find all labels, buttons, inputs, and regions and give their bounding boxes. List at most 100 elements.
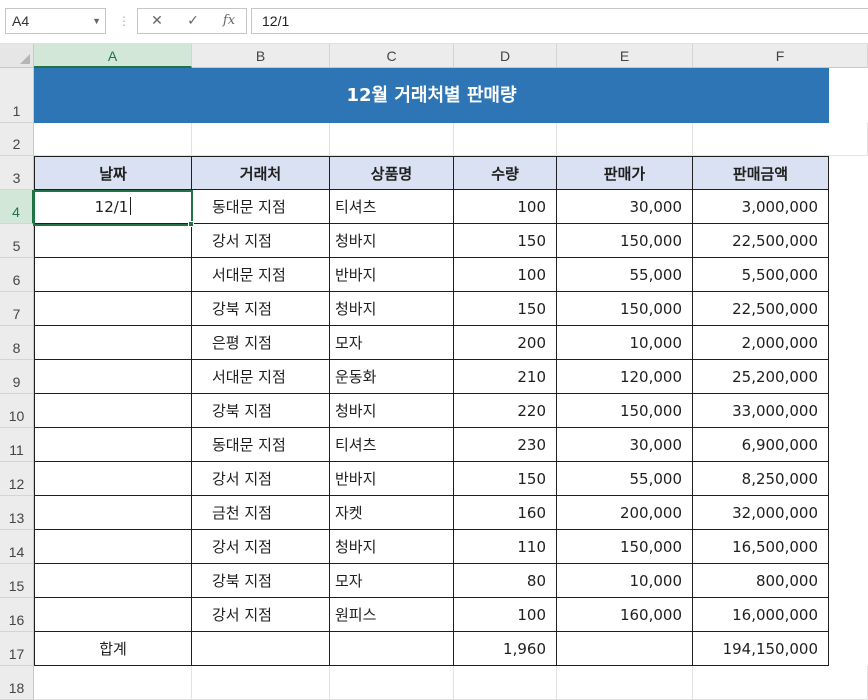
column-header-b[interactable]: B — [192, 44, 330, 68]
column-header-e[interactable]: E — [557, 44, 693, 68]
table-cell[interactable]: 32,000,000 — [693, 496, 829, 530]
table-cell[interactable]: 동대문 지점 — [192, 190, 330, 224]
table-cell[interactable]: 120,000 — [557, 360, 693, 394]
table-cell[interactable]: 금천 지점 — [192, 496, 330, 530]
table-cell[interactable]: 80 — [454, 564, 557, 598]
table-cell[interactable]: 150,000 — [557, 292, 693, 326]
row-header-11[interactable]: 11 — [0, 428, 34, 462]
table-cell[interactable]: 청바지 — [330, 224, 454, 258]
table-cell[interactable]: 서대문 지점 — [192, 360, 330, 394]
column-header-a[interactable]: A — [34, 44, 192, 68]
column-title[interactable]: 날짜 — [34, 156, 192, 190]
table-cell[interactable]: 150 — [454, 224, 557, 258]
table-cell[interactable]: 100 — [454, 258, 557, 292]
table-cell[interactable]: 150,000 — [557, 530, 693, 564]
table-cell[interactable]: 30,000 — [557, 190, 693, 224]
chevron-down-icon[interactable]: ▼ — [92, 9, 101, 33]
table-cell[interactable]: 160 — [454, 496, 557, 530]
row-header-9[interactable]: 9 — [0, 360, 34, 394]
table-cell[interactable]: 강서 지점 — [192, 224, 330, 258]
row-header-2[interactable]: 2 — [0, 123, 34, 156]
table-cell[interactable]: 150,000 — [557, 394, 693, 428]
table-cell[interactable] — [34, 462, 192, 496]
table-cell[interactable]: 25,200,000 — [693, 360, 829, 394]
table-cell[interactable] — [34, 326, 192, 360]
insert-function-icon[interactable]: fx — [216, 9, 242, 33]
name-box[interactable]: A4 ▼ — [5, 8, 106, 34]
cell-empty[interactable] — [330, 123, 454, 156]
table-cell[interactable]: 강북 지점 — [192, 394, 330, 428]
cell-empty[interactable] — [454, 666, 557, 700]
table-cell[interactable]: 강서 지점 — [192, 530, 330, 564]
row-header-14[interactable]: 14 — [0, 530, 34, 564]
row-header-5[interactable]: 5 — [0, 224, 34, 258]
table-cell[interactable] — [34, 360, 192, 394]
cell-empty[interactable] — [192, 666, 330, 700]
table-cell[interactable] — [34, 224, 192, 258]
row-header-18[interactable]: 18 — [0, 666, 34, 700]
active-cell[interactable]: 12/1 — [34, 190, 192, 224]
cell-empty[interactable] — [192, 123, 330, 156]
table-cell[interactable]: 청바지 — [330, 292, 454, 326]
table-cell[interactable]: 강북 지점 — [192, 564, 330, 598]
row-header-10[interactable]: 10 — [0, 394, 34, 428]
total-cell[interactable] — [557, 632, 693, 666]
cell-empty[interactable] — [557, 666, 693, 700]
total-cell[interactable]: 194,150,000 — [693, 632, 829, 666]
cell-empty[interactable] — [693, 666, 868, 700]
table-cell[interactable]: 22,500,000 — [693, 292, 829, 326]
table-cell[interactable]: 반바지 — [330, 462, 454, 496]
table-cell[interactable] — [34, 496, 192, 530]
cell-empty[interactable] — [330, 666, 454, 700]
row-header-6[interactable]: 6 — [0, 258, 34, 292]
table-cell[interactable]: 30,000 — [557, 428, 693, 462]
table-cell[interactable]: 210 — [454, 360, 557, 394]
table-cell[interactable]: 8,250,000 — [693, 462, 829, 496]
worksheet-grid[interactable]: ABCDEF 1 2 3 4 5 6 7 8 9 10 11 12 13 14 15 16 17 18 12월 거… — [0, 44, 868, 700]
table-cell[interactable]: 150 — [454, 462, 557, 496]
table-cell[interactable]: 55,000 — [557, 462, 693, 496]
table-cell[interactable]: 운동화 — [330, 360, 454, 394]
table-cell[interactable] — [34, 428, 192, 462]
row-header-17[interactable]: 17 — [0, 632, 34, 666]
table-cell[interactable]: 강북 지점 — [192, 292, 330, 326]
enter-icon[interactable]: ✓ — [180, 9, 206, 33]
row-header-7[interactable]: 7 — [0, 292, 34, 326]
table-cell[interactable]: 청바지 — [330, 530, 454, 564]
table-cell[interactable]: 100 — [454, 598, 557, 632]
table-cell[interactable]: 16,000,000 — [693, 598, 829, 632]
table-cell[interactable]: 16,500,000 — [693, 530, 829, 564]
table-cell[interactable] — [34, 564, 192, 598]
column-title[interactable]: 수량 — [454, 156, 557, 190]
row-header-13[interactable]: 13 — [0, 496, 34, 530]
fill-handle[interactable] — [188, 221, 194, 227]
table-cell[interactable]: 22,500,000 — [693, 224, 829, 258]
cell-empty[interactable] — [557, 123, 693, 156]
table-cell[interactable]: 200,000 — [557, 496, 693, 530]
table-cell[interactable]: 은평 지점 — [192, 326, 330, 360]
cell-empty[interactable] — [693, 123, 868, 156]
table-cell[interactable]: 청바지 — [330, 394, 454, 428]
table-cell[interactable]: 10,000 — [557, 564, 693, 598]
column-title[interactable]: 거래처 — [192, 156, 330, 190]
row-header-8[interactable]: 8 — [0, 326, 34, 360]
table-cell[interactable] — [34, 292, 192, 326]
row-header-16[interactable]: 16 — [0, 598, 34, 632]
table-cell[interactable]: 동대문 지점 — [192, 428, 330, 462]
table-cell[interactable]: 150 — [454, 292, 557, 326]
column-header-f[interactable]: F — [693, 44, 868, 68]
table-cell[interactable]: 강서 지점 — [192, 462, 330, 496]
sheet-title[interactable]: 12월 거래처별 판매량 — [34, 68, 829, 123]
table-cell[interactable]: 3,000,000 — [693, 190, 829, 224]
table-cell[interactable]: 티셔츠 — [330, 428, 454, 462]
cell-empty[interactable] — [34, 666, 192, 700]
table-cell[interactable]: 230 — [454, 428, 557, 462]
table-cell[interactable]: 800,000 — [693, 564, 829, 598]
table-cell[interactable]: 110 — [454, 530, 557, 564]
cancel-icon[interactable]: ✕ — [144, 9, 170, 33]
table-cell[interactable]: 2,000,000 — [693, 326, 829, 360]
row-header-12[interactable]: 12 — [0, 462, 34, 496]
table-cell[interactable]: 160,000 — [557, 598, 693, 632]
formula-input[interactable]: 12/1 — [251, 8, 868, 34]
total-cell[interactable] — [192, 632, 330, 666]
